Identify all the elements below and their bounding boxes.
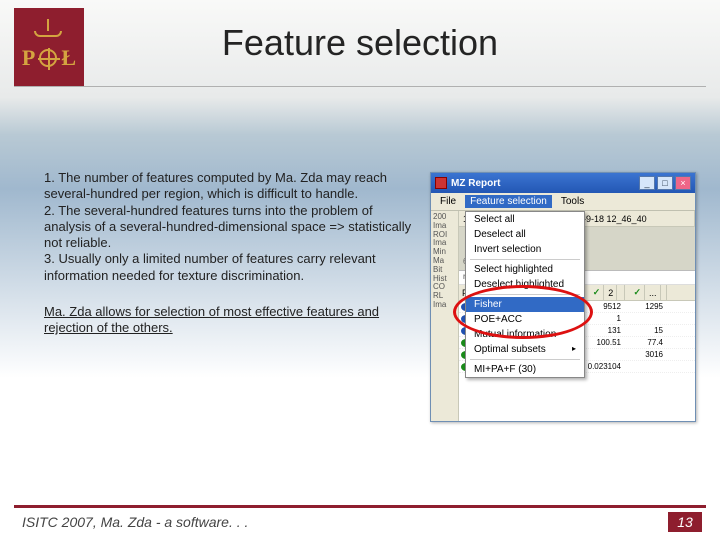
point-3: 3. Usually only a limited number of feat… [44,251,414,284]
minimize-button[interactable]: _ [639,176,655,190]
point-2: 2. The several-hundred features turns in… [44,203,414,252]
menu-deselect-highlighted[interactable]: Deselect highlighted [466,277,584,292]
menu-invert-selection[interactable]: Invert selection [466,242,584,257]
point-1: 1. The number of features computed by Ma… [44,170,414,203]
title-divider [14,86,706,87]
close-button[interactable]: × [675,176,691,190]
maximize-button[interactable]: □ [657,176,673,190]
menu-mutual-information[interactable]: Mutual information [466,327,584,342]
menu-feature-selection[interactable]: Feature selection [465,195,552,208]
menu-deselect-all[interactable]: Deselect all [466,227,584,242]
page-number: 13 [668,512,702,532]
window-title: MZ Report [451,178,639,189]
footer-text: ISITC 2007, Ma. Zda - a software. . . [22,514,248,530]
menu-bar: File Feature selection Tools [431,193,695,211]
emphasis-text: Ma. Zda allows for selection of most eff… [44,304,414,337]
app-icon [435,177,447,189]
footer-divider [14,505,706,508]
menu-poe-acc[interactable]: POE+ACC [466,312,584,327]
menu-file[interactable]: File [435,195,461,208]
feature-selection-dropdown: Select all Deselect all Invert selection… [465,211,585,378]
footer: ISITC 2007, Ma. Zda - a software. . . 13 [22,512,702,532]
slide-title: Feature selection [0,22,720,64]
body-text: 1. The number of features computed by Ma… [44,170,414,336]
menu-select-all[interactable]: Select all [466,212,584,227]
menu-select-highlighted[interactable]: Select highlighted [466,262,584,277]
mz-report-window: MZ Report _ □ × File Feature selection T… [430,172,696,422]
menu-fisher[interactable]: Fisher [466,297,584,312]
left-gutter: 200Ima ROIIma MinMa BitHist CORL Ima [431,211,459,421]
menu-tools[interactable]: Tools [556,195,589,208]
menu-optimal-subsets[interactable]: Optimal subsets [466,342,584,357]
window-titlebar[interactable]: MZ Report _ □ × [431,173,695,193]
menu-mi-pa-f[interactable]: MI+PA+F (30) [466,362,584,377]
